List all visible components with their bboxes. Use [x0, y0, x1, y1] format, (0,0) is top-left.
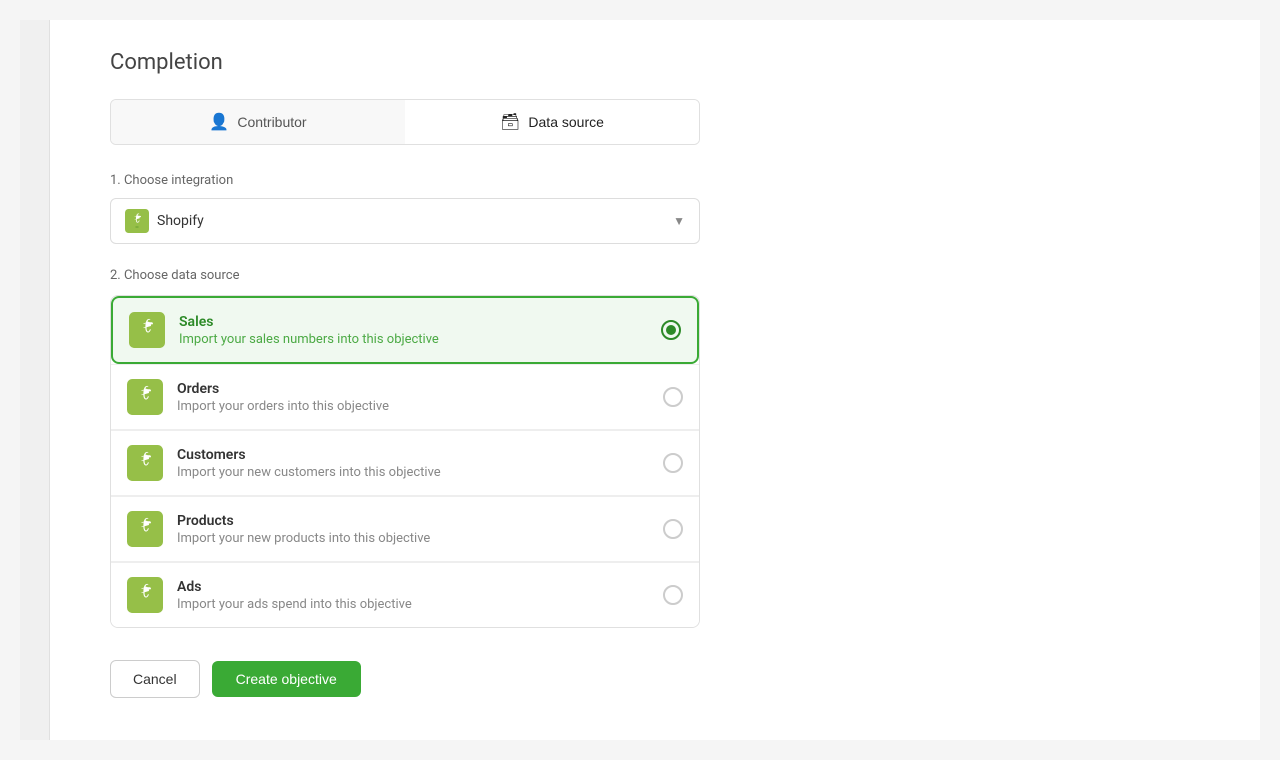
sales-subtitle: Import your sales numbers into this obje…	[179, 332, 647, 347]
customers-radio[interactable]	[663, 453, 683, 473]
customers-subtitle: Import your new customers into this obje…	[177, 465, 649, 480]
orders-radio[interactable]	[663, 387, 683, 407]
shopify-sales-icon	[129, 312, 165, 348]
customers-text: Customers Import your new customers into…	[177, 447, 649, 480]
shopify-orders-icon	[127, 379, 163, 415]
integration-dropdown[interactable]: Shopify ▼	[110, 198, 700, 244]
option-customers[interactable]: Customers Import your new customers into…	[111, 430, 699, 496]
ads-title: Ads	[177, 579, 649, 595]
products-radio[interactable]	[663, 519, 683, 539]
products-subtitle: Import your new products into this objec…	[177, 531, 649, 546]
tabs-container: 👤 Contributor 🗃 Data source	[110, 99, 700, 145]
tab-data-source-label: Data source	[528, 114, 603, 130]
create-objective-button[interactable]: Create objective	[212, 661, 361, 697]
dropdown-container: Shopify ▼	[110, 198, 700, 244]
products-title: Products	[177, 513, 649, 529]
option-products[interactable]: Products Import your new products into t…	[111, 496, 699, 562]
shopify-ads-icon	[127, 577, 163, 613]
options-list: Sales Import your sales numbers into thi…	[110, 295, 700, 628]
step2-label: 2. Choose data source	[110, 268, 1200, 283]
option-sales[interactable]: Sales Import your sales numbers into thi…	[111, 296, 699, 364]
tab-data-source[interactable]: 🗃 Data source	[405, 100, 699, 144]
page-container: Completion 👤 Contributor 🗃 Data source 1…	[20, 20, 1260, 740]
sales-text: Sales Import your sales numbers into thi…	[179, 314, 647, 347]
step1-label: 1. Choose integration	[110, 173, 1200, 188]
sales-title: Sales	[179, 314, 647, 330]
tab-contributor[interactable]: 👤 Contributor	[111, 100, 405, 144]
orders-title: Orders	[177, 381, 649, 397]
data-source-icon: 🗃	[500, 112, 520, 132]
cancel-button[interactable]: Cancel	[110, 660, 200, 698]
ads-subtitle: Import your ads spend into this objectiv…	[177, 597, 649, 612]
dropdown-left: Shopify	[125, 209, 204, 233]
shopify-products-icon	[127, 511, 163, 547]
footer-buttons: Cancel Create objective	[110, 660, 1200, 698]
option-orders[interactable]: Orders Import your orders into this obje…	[111, 364, 699, 430]
products-text: Products Import your new products into t…	[177, 513, 649, 546]
ads-radio[interactable]	[663, 585, 683, 605]
orders-text: Orders Import your orders into this obje…	[177, 381, 649, 414]
sales-radio-inner	[666, 325, 676, 335]
dropdown-value: Shopify	[157, 213, 204, 229]
sales-radio[interactable]	[661, 320, 681, 340]
customers-title: Customers	[177, 447, 649, 463]
option-ads[interactable]: Ads Import your ads spend into this obje…	[111, 562, 699, 627]
page-title: Completion	[110, 50, 1200, 75]
ads-text: Ads Import your ads spend into this obje…	[177, 579, 649, 612]
contributor-icon: 👤	[209, 112, 229, 132]
chevron-down-icon: ▼	[673, 214, 685, 228]
shopify-icon	[125, 209, 149, 233]
shopify-customers-icon	[127, 445, 163, 481]
tab-contributor-label: Contributor	[237, 114, 306, 130]
orders-subtitle: Import your orders into this objective	[177, 399, 649, 414]
main-content: Completion 👤 Contributor 🗃 Data source 1…	[50, 20, 1260, 740]
left-sidebar	[20, 20, 50, 740]
